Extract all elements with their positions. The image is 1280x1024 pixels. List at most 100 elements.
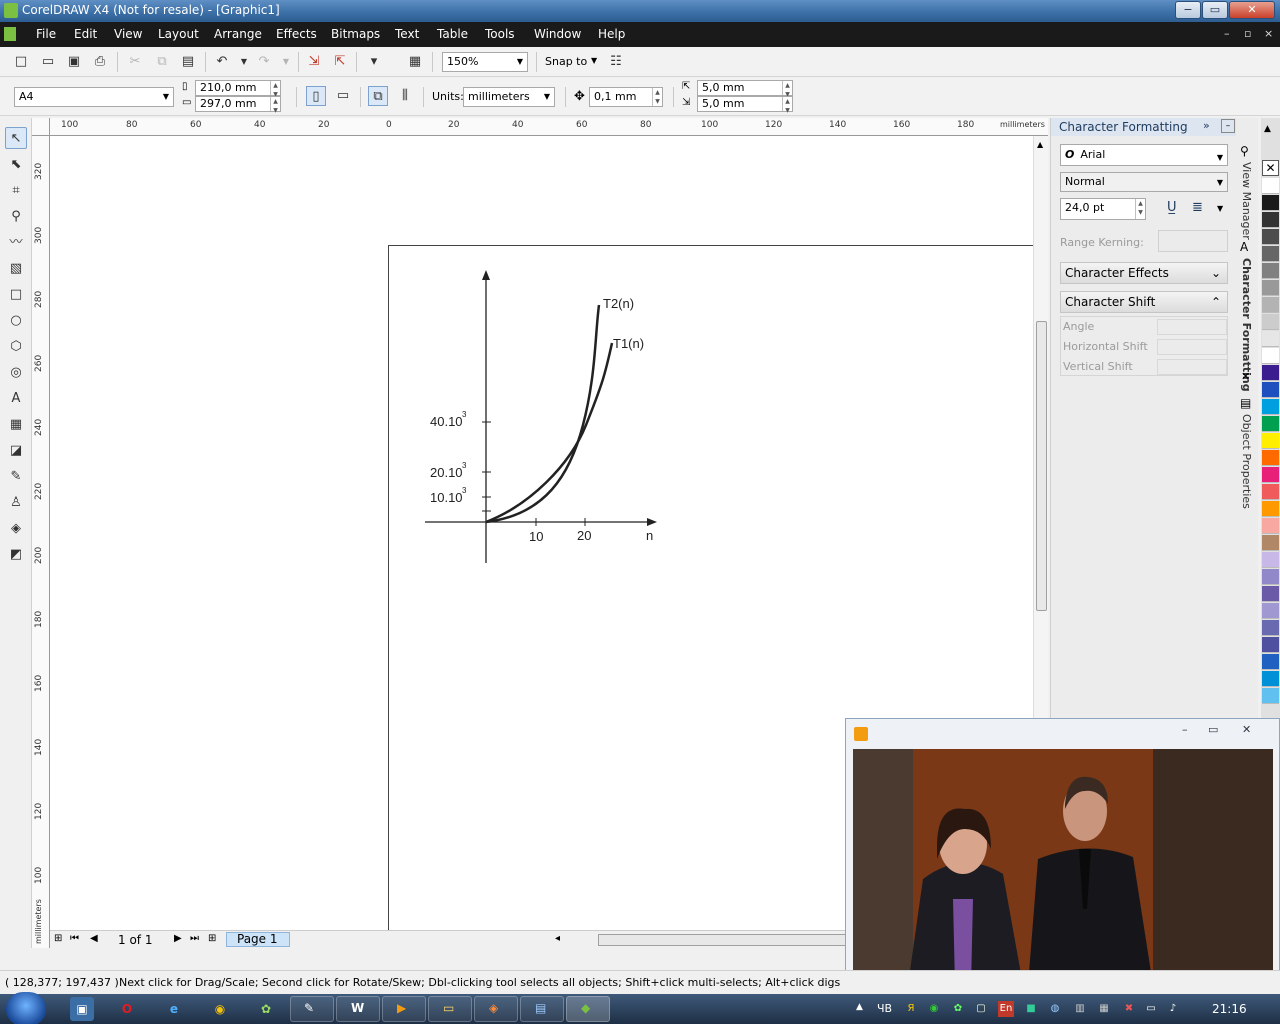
color-swatch[interactable] [1262,569,1279,585]
horizontal-scroll-thumb[interactable] [598,934,848,946]
flower-icon[interactable]: ✿ [950,1001,966,1017]
color-swatch[interactable] [1262,433,1279,449]
polygon-tool-icon[interactable]: ⬡ [5,336,27,358]
undo-icon[interactable]: ↶ [212,52,232,72]
width-spinner[interactable]: ▲ ▼ [270,81,280,98]
video-close-icon[interactable]: ✕ [1242,723,1251,736]
ellipse-tool-icon[interactable]: ○ [5,310,27,332]
clock[interactable]: 21:16 [1212,1002,1247,1016]
tray-app-icon[interactable]: ◍ [1047,1001,1063,1017]
video-player-window[interactable]: – ▭ ✕ [845,718,1280,990]
menu-edit[interactable]: Edit [74,27,97,41]
text-color-icon[interactable]: ≣ [1192,200,1203,215]
outline-tool-icon[interactable]: ♙ [5,492,27,514]
menu-table[interactable]: Table [437,27,468,41]
rectangle-tool-icon[interactable]: □ [5,284,27,306]
interactive-fill-tool-icon[interactable]: ◩ [5,544,27,566]
table-tool-icon[interactable]: ▦ [5,414,27,436]
doc-minimize-button[interactable]: – [1224,27,1230,40]
new-icon[interactable]: □ [11,52,31,72]
volume-icon[interactable]: ♪ [1165,1001,1181,1017]
duplicate-y-field[interactable]: 5,0 mm ▲ ▼ [697,96,793,114]
menu-file[interactable]: File [36,27,56,41]
snap-to-button[interactable]: Snap to [545,55,587,68]
add-page-after-icon[interactable]: ⊞ [208,933,216,944]
taskbar-window-button[interactable]: ▶ [382,996,426,1022]
next-page-icon[interactable]: ▶ [174,933,182,944]
menu-view[interactable]: View [114,27,142,41]
current-page-icon[interactable]: ⫼ [395,86,415,106]
color-swatch[interactable] [1262,484,1279,500]
docker-minimize-icon[interactable]: – [1221,119,1235,133]
text-tool-icon[interactable]: A [5,388,27,410]
font-size-field[interactable]: 24,0 pt ▲ ▼ [1060,198,1146,220]
palette-scroll-up-icon[interactable]: ▲ [1264,124,1271,134]
color-swatch[interactable] [1262,348,1279,364]
height-spinner[interactable]: ▲ ▼ [270,97,280,114]
tray-app-icon[interactable]: ■ [1023,1001,1039,1017]
eyedropper-tool-icon[interactable]: ✎ [5,466,27,488]
menu-arrange[interactable]: Arrange [214,27,262,41]
application-launcher-icon[interactable]: ▾ [364,52,384,72]
previous-page-icon[interactable]: ◀ [90,933,98,944]
tray-app-icon[interactable]: ▥ [1072,1001,1088,1017]
freehand-tool-icon[interactable]: 〰 [5,232,27,254]
coreldraw-app-icon[interactable] [4,3,18,18]
font-size-spinner[interactable]: ▲ ▼ [1135,199,1145,219]
first-page-icon[interactable]: ⏮ [70,933,79,944]
snap-to-dropdown-icon[interactable]: ▼ [591,56,597,65]
range-kerning-field[interactable] [1158,230,1228,252]
dup-y-spinner[interactable]: ▲ ▼ [782,97,792,114]
tray-expand-icon[interactable]: ▲ [856,1002,863,1012]
vertical-scroll-thumb[interactable] [1036,321,1047,611]
paper-size-select[interactable]: A4 ▼ [14,87,174,107]
color-swatch[interactable] [1262,399,1279,415]
color-swatch[interactable] [1262,518,1279,534]
font-style-select[interactable]: Normal ▼ [1060,172,1228,192]
start-button[interactable] [6,992,46,1024]
minimize-button[interactable]: − [1175,1,1201,19]
menu-text[interactable]: Text [395,27,419,41]
angle-field[interactable] [1157,319,1227,335]
color-swatch[interactable] [1262,671,1279,687]
underline-icon[interactable]: U̲ [1167,200,1177,215]
taskbar-window-button[interactable]: ◈ [474,996,518,1022]
page-tab[interactable]: Page 1 [226,932,290,947]
copy-icon[interactable]: ⧉ [152,52,172,72]
tab-object-properties[interactable]: Object Properties [1240,414,1253,509]
color-swatch[interactable] [1262,535,1279,551]
chevron-down-icon[interactable]: ▼ [1217,204,1223,213]
shape-tool-icon[interactable]: ⬉ [5,154,27,176]
chrome-icon[interactable]: ◉ [208,997,232,1021]
smart-fill-tool-icon[interactable]: ▧ [5,258,27,280]
color-swatch[interactable] [1262,212,1279,228]
scroll-left-icon[interactable]: ◂ [555,933,560,944]
no-color-swatch[interactable]: ✕ [1262,160,1279,176]
taskbar-window-button[interactable]: ✎ [290,996,334,1022]
menu-help[interactable]: Help [598,27,625,41]
print-icon[interactable]: ⎙ [90,52,110,72]
internet-explorer-icon[interactable]: e [162,997,186,1021]
menu-bitmaps[interactable]: Bitmaps [331,27,380,41]
color-swatch[interactable] [1262,229,1279,245]
video-minimize-icon[interactable]: – [1182,723,1188,736]
options-icon[interactable]: ☷ [606,52,626,72]
export-icon[interactable]: ⇱ [330,52,350,72]
basic-shapes-tool-icon[interactable]: ◎ [5,362,27,384]
color-swatch[interactable] [1262,263,1279,279]
keyboard-layout[interactable]: En [998,1001,1014,1017]
interactive-blend-tool-icon[interactable]: ◪ [5,440,27,462]
color-swatch[interactable] [1262,365,1279,381]
landscape-icon[interactable]: ▭ [333,86,353,106]
taskbar-window-button[interactable]: ▤ [520,996,564,1022]
docker-expand-icon[interactable]: » [1203,119,1210,132]
vertical-ruler[interactable]: 320 300 280 260 240 220 200 180 160 140 … [32,136,50,948]
tray-app-icon[interactable]: ▦ [1096,1001,1112,1017]
redo-dropdown-icon[interactable]: ▼ [276,52,296,72]
page-width-field[interactable]: 210,0 mm ▲ ▼ [195,80,281,98]
last-page-icon[interactable]: ⏭ [190,933,199,944]
undo-dropdown-icon[interactable]: ▼ [234,52,254,72]
color-swatch[interactable] [1262,603,1279,619]
menu-layout[interactable]: Layout [158,27,199,41]
scroll-up-icon[interactable]: ▲ [1037,140,1043,149]
